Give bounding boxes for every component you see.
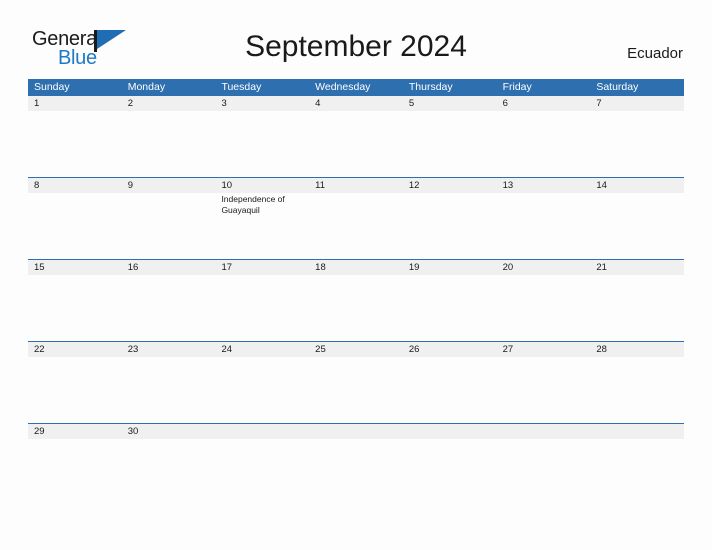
day-number[interactable]: 1 <box>28 96 122 111</box>
day-number[interactable]: 15 <box>28 260 122 275</box>
day-event[interactable] <box>215 275 309 340</box>
week-event-band: Independence of Guayaquil <box>28 193 684 258</box>
week-date-band: 15 16 17 18 19 20 21 <box>28 260 684 275</box>
day-event[interactable] <box>590 193 684 258</box>
calendar-week-row: 1 2 3 4 5 6 7 <box>28 96 684 177</box>
day-event[interactable] <box>122 439 216 504</box>
day-number[interactable]: 21 <box>590 260 684 275</box>
day-number[interactable]: 18 <box>309 260 403 275</box>
weekday-sunday: Sunday <box>34 81 70 93</box>
day-event[interactable] <box>403 439 497 504</box>
page-title: September 2024 <box>245 30 467 63</box>
weekday-friday: Friday <box>502 81 532 93</box>
day-number[interactable] <box>590 424 684 439</box>
day-event[interactable] <box>590 439 684 504</box>
day-number[interactable]: 19 <box>403 260 497 275</box>
day-event[interactable] <box>403 357 497 422</box>
day-number[interactable]: 6 <box>497 96 591 111</box>
calendar-grid: Sunday Monday Tuesday Wednesday Thursday… <box>28 79 684 505</box>
day-number[interactable]: 3 <box>215 96 309 111</box>
day-number[interactable] <box>309 424 403 439</box>
day-event[interactable] <box>122 111 216 176</box>
day-number[interactable]: 17 <box>215 260 309 275</box>
day-number[interactable]: 2 <box>122 96 216 111</box>
day-event[interactable] <box>122 193 216 258</box>
day-number[interactable]: 25 <box>309 342 403 357</box>
weekday-monday: Monday <box>127 81 166 93</box>
calendar-page: General Blue September 2024 Ecuador Sund… <box>0 0 712 550</box>
week-date-band: 8 9 10 11 12 13 14 <box>28 178 684 193</box>
day-number[interactable]: 11 <box>309 178 403 193</box>
day-number[interactable] <box>403 424 497 439</box>
day-event[interactable] <box>497 275 591 340</box>
day-event[interactable] <box>28 193 122 258</box>
day-number[interactable]: 10 <box>215 178 309 193</box>
day-number[interactable]: 30 <box>122 424 216 439</box>
day-event[interactable] <box>497 439 591 504</box>
day-number[interactable]: 13 <box>497 178 591 193</box>
day-number[interactable]: 24 <box>215 342 309 357</box>
day-number[interactable] <box>215 424 309 439</box>
weekday-tuesday: Tuesday <box>221 81 262 93</box>
day-number[interactable]: 16 <box>122 260 216 275</box>
day-number[interactable]: 27 <box>497 342 591 357</box>
calendar-week-row: 22 23 24 25 26 27 28 <box>28 341 684 423</box>
day-number[interactable]: 14 <box>590 178 684 193</box>
day-event[interactable] <box>590 275 684 340</box>
day-event[interactable] <box>215 357 309 422</box>
day-event[interactable] <box>28 111 122 176</box>
day-number[interactable]: 8 <box>28 178 122 193</box>
day-number[interactable]: 22 <box>28 342 122 357</box>
day-event[interactable] <box>122 357 216 422</box>
page-header: General Blue September 2024 Ecuador <box>0 0 712 78</box>
week-date-band: 1 2 3 4 5 6 7 <box>28 96 684 111</box>
week-date-band: 22 23 24 25 26 27 28 <box>28 342 684 357</box>
day-event-holiday[interactable]: Independence of Guayaquil <box>215 193 309 258</box>
weekday-header-row: Sunday Monday Tuesday Wednesday Thursday… <box>28 79 684 96</box>
day-event[interactable] <box>497 193 591 258</box>
day-number[interactable]: 28 <box>590 342 684 357</box>
day-event[interactable] <box>215 111 309 176</box>
day-number[interactable]: 26 <box>403 342 497 357</box>
weekday-saturday: Saturday <box>596 81 639 93</box>
week-event-band <box>28 439 684 504</box>
calendar-week-row: 29 30 <box>28 423 684 505</box>
day-number[interactable]: 12 <box>403 178 497 193</box>
day-event[interactable] <box>28 357 122 422</box>
day-number[interactable]: 4 <box>309 96 403 111</box>
weekday-wednesday: Wednesday <box>315 81 371 93</box>
day-event[interactable] <box>309 357 403 422</box>
day-event[interactable] <box>403 111 497 176</box>
day-event[interactable] <box>497 357 591 422</box>
day-event[interactable] <box>497 111 591 176</box>
day-number[interactable]: 7 <box>590 96 684 111</box>
day-number[interactable]: 29 <box>28 424 122 439</box>
week-event-band <box>28 111 684 176</box>
day-event[interactable] <box>309 275 403 340</box>
week-date-band: 29 30 <box>28 424 684 439</box>
day-number[interactable]: 20 <box>497 260 591 275</box>
day-event[interactable] <box>28 275 122 340</box>
calendar-week-row: 8 9 10 11 12 13 14 Independence of Guaya… <box>28 177 684 259</box>
day-event[interactable] <box>403 275 497 340</box>
day-event[interactable] <box>28 439 122 504</box>
weekday-thursday: Thursday <box>408 81 453 93</box>
day-event[interactable] <box>215 439 309 504</box>
day-event[interactable] <box>122 275 216 340</box>
day-number[interactable]: 23 <box>122 342 216 357</box>
day-event[interactable] <box>309 111 403 176</box>
day-event[interactable] <box>309 439 403 504</box>
day-number[interactable] <box>497 424 591 439</box>
day-event[interactable] <box>309 193 403 258</box>
day-number[interactable]: 5 <box>403 96 497 111</box>
week-event-band <box>28 275 684 340</box>
calendar-week-row: 15 16 17 18 19 20 21 <box>28 259 684 341</box>
week-event-band <box>28 357 684 422</box>
country-label: Ecuador <box>627 45 683 62</box>
day-event[interactable] <box>590 357 684 422</box>
day-event[interactable] <box>590 111 684 176</box>
day-event[interactable] <box>403 193 497 258</box>
day-number[interactable]: 9 <box>122 178 216 193</box>
